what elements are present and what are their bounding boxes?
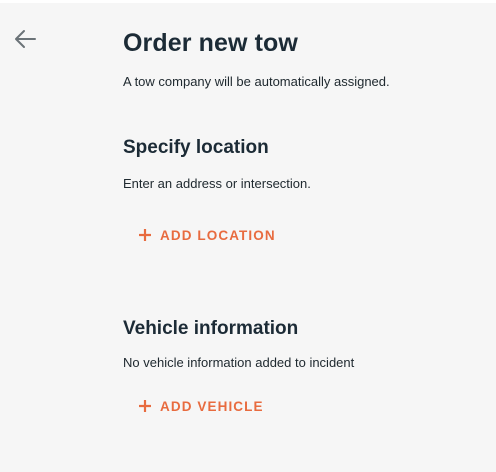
location-section-description: Enter an address or intersection. bbox=[123, 176, 311, 191]
vehicle-section-title: Vehicle information bbox=[123, 318, 299, 339]
add-location-button[interactable]: ADD LOCATION bbox=[130, 220, 284, 250]
page-subtitle: A tow company will be automatically assi… bbox=[123, 74, 390, 89]
add-vehicle-button[interactable]: ADD VEHICLE bbox=[130, 391, 272, 421]
page-title: Order new tow bbox=[123, 29, 298, 57]
back-button[interactable] bbox=[9, 26, 41, 52]
location-section-title: Specify location bbox=[123, 137, 269, 158]
plus-icon bbox=[138, 399, 152, 413]
add-location-label: ADD LOCATION bbox=[160, 227, 276, 243]
top-divider bbox=[0, 0, 496, 3]
add-vehicle-label: ADD VEHICLE bbox=[160, 398, 264, 414]
arrow-left-icon bbox=[15, 30, 36, 48]
vehicle-section-description: No vehicle information added to incident bbox=[123, 355, 355, 370]
plus-icon bbox=[138, 228, 152, 242]
